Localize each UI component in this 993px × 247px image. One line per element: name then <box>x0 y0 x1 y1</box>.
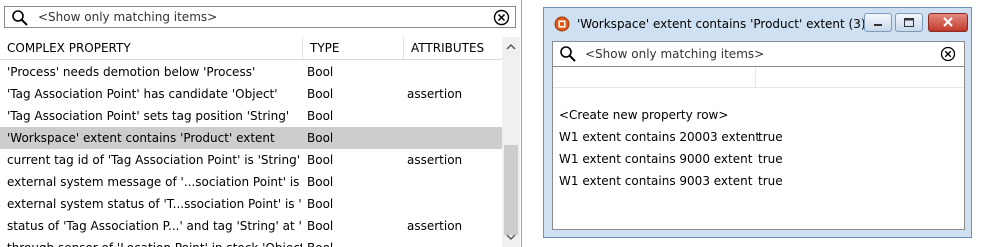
column-header: COMPLEX PROPERTY TYPE ATTRIBUTES <box>0 37 502 60</box>
attributes-cell: assertion <box>407 87 463 101</box>
scroll-up-arrow-icon[interactable] <box>506 42 516 52</box>
left-search-placeholder[interactable]: <Show only matching items> <box>38 10 217 24</box>
table-row[interactable]: through sensor of 'Location Point' in st… <box>0 237 502 247</box>
table-row[interactable]: external system message of '...sociation… <box>0 171 502 193</box>
type-cell: Bool <box>307 197 334 211</box>
type-cell: Bool <box>307 87 334 101</box>
close-window-button[interactable] <box>928 13 968 32</box>
property-cell: current tag id of 'Tag Association Point… <box>7 153 301 167</box>
window-title: 'Workspace' extent contains 'Product' ex… <box>577 17 866 31</box>
type-cell: Bool <box>307 219 334 233</box>
column-header-attributes[interactable]: ATTRIBUTES <box>404 37 502 59</box>
property-value[interactable]: true <box>758 126 783 148</box>
popup-search-placeholder[interactable]: <Show only matching items> <box>585 47 764 61</box>
type-cell: Bool <box>307 65 334 79</box>
app-icon <box>554 16 570 32</box>
column-header-type[interactable]: TYPE <box>303 37 403 59</box>
maximize-button[interactable] <box>895 13 923 32</box>
property-cell: 'Tag Association Point' sets tag positio… <box>7 109 290 123</box>
scrollbar-thumb[interactable] <box>504 145 518 235</box>
property-key: W1 extent contains 9000 extent <box>559 152 753 166</box>
property-cell: external system status of 'T...ssociatio… <box>7 197 302 211</box>
property-cell: external system message of '...sociation… <box>7 175 302 189</box>
property-key: W1 extent contains 9003 extent <box>559 174 753 188</box>
table-row[interactable]: external system status of 'T...ssociatio… <box>0 193 502 215</box>
clear-search-icon[interactable] <box>493 9 510 26</box>
maximize-icon <box>904 18 914 27</box>
search-icon <box>560 46 576 62</box>
table-row[interactable]: 'Workspace' extent contains 'Product' ex… <box>0 127 502 149</box>
property-list-panel: <Show only matching items> COMPLEX PROPE… <box>0 0 522 247</box>
property-value[interactable]: true <box>758 170 783 192</box>
property-value-row[interactable]: W1 extent contains 9000 extent true <box>553 148 964 170</box>
column-divider[interactable] <box>755 67 756 87</box>
property-cell: 'Workspace' extent contains 'Product' ex… <box>7 131 275 145</box>
search-icon <box>12 10 28 26</box>
vertical-scrollbar[interactable] <box>502 37 520 247</box>
popup-grid-header <box>553 67 964 88</box>
table-row[interactable]: 'Tag Association Point' sets tag positio… <box>0 105 502 127</box>
close-icon <box>943 17 953 27</box>
table-row[interactable]: 'Process' needs demotion below 'Process'… <box>0 61 502 83</box>
window-content: <Show only matching items> <Create new p… <box>552 41 965 230</box>
property-value[interactable]: true <box>758 148 783 170</box>
table-row[interactable]: current tag id of 'Tag Association Point… <box>0 149 502 171</box>
table-row[interactable]: 'Tag Association Point' has candidate 'O… <box>0 83 502 105</box>
property-value-row[interactable]: W1 extent contains 20003 extent true <box>553 126 964 148</box>
table-row[interactable]: status of 'Tag Association P...' and tag… <box>0 215 502 237</box>
minimize-button[interactable] <box>864 13 892 32</box>
create-property-row-label[interactable]: <Create new property row> <box>559 104 728 126</box>
popup-search-box[interactable]: <Show only matching items> <box>553 42 964 67</box>
type-cell: Bool <box>307 175 334 189</box>
property-value-row[interactable]: W1 extent contains 9003 extent true <box>553 170 964 192</box>
property-cell: 'Tag Association Point' has candidate 'O… <box>7 87 278 101</box>
property-cell: 'Process' needs demotion below 'Process' <box>7 65 256 79</box>
type-cell: Bool <box>307 131 334 145</box>
property-key: W1 extent contains 20003 extent <box>559 130 761 144</box>
clear-search-icon[interactable] <box>940 46 956 62</box>
type-cell: Bool <box>307 109 334 123</box>
type-cell: Bool <box>307 153 334 167</box>
create-property-row[interactable]: <Create new property row> <box>553 104 964 126</box>
column-header-property[interactable]: COMPLEX PROPERTY <box>0 37 302 59</box>
left-search-box[interactable]: <Show only matching items> <box>4 6 516 28</box>
attributes-cell: assertion <box>407 153 463 167</box>
attributes-cell: assertion <box>407 219 463 233</box>
property-cell: through sensor of 'Location Point' in st… <box>7 237 302 247</box>
property-cell: status of 'Tag Association P...' and tag… <box>7 219 302 233</box>
type-cell: Bool <box>307 237 403 247</box>
property-values-window: 'Workspace' extent contains 'Product' ex… <box>543 7 972 238</box>
minimize-icon <box>874 24 882 26</box>
scroll-down-arrow-icon[interactable] <box>506 232 516 242</box>
